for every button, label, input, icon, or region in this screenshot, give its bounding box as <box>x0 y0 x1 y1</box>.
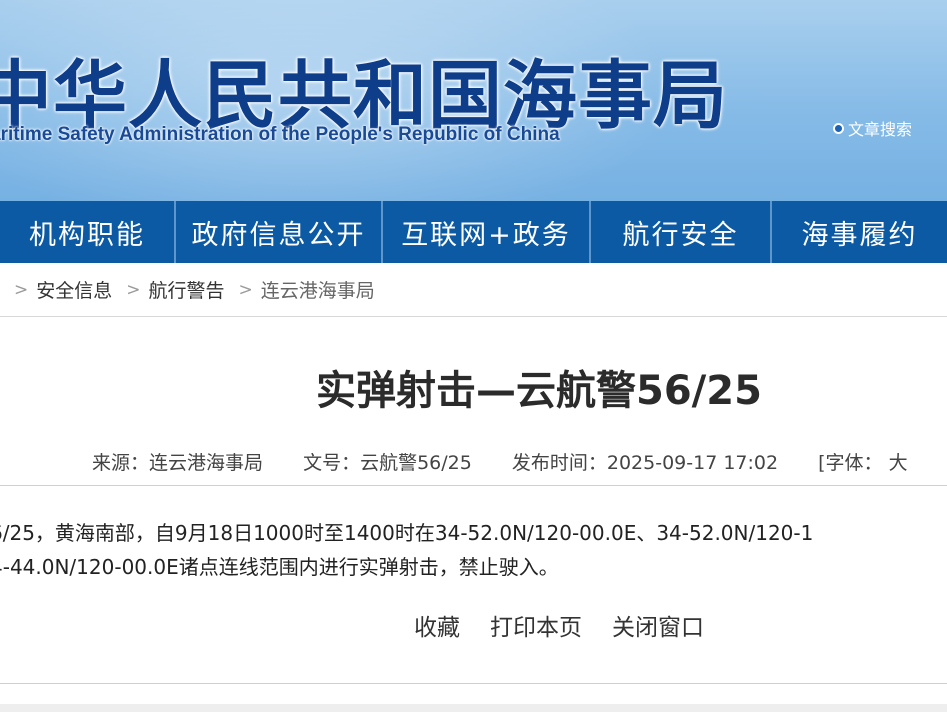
page-title: 实弹射击—云航警56/25 <box>316 368 762 414</box>
font-size-control[interactable]: [字体： 大 <box>818 452 907 474</box>
article-body-line: 6/25，黄海南部，自9月18日1000时至1400时在34-52.0N/120… <box>0 521 814 545</box>
close-window-button[interactable]: 关闭窗口 <box>612 608 704 642</box>
article-search-label: 文章搜索 <box>848 120 913 139</box>
favorite-button[interactable]: 收藏 <box>414 608 460 642</box>
nav-item-internet-gov[interactable]: 互联网+政务 <box>383 201 591 263</box>
site-subtitle: aritime Safety Administration of the Peo… <box>0 124 560 145</box>
nav-item-convention[interactable]: 海事履约 <box>772 201 947 263</box>
chevron-right-icon: > <box>126 279 141 300</box>
article-publish-time: 发布时间：2025-09-17 17:02 <box>511 452 779 474</box>
divider <box>0 485 947 486</box>
divider <box>0 683 947 684</box>
article-search-link[interactable]: 文章搜索 <box>833 116 912 140</box>
radio-circle-icon <box>833 122 844 134</box>
article-actions: 收藏 打印本页 关闭窗口 <box>414 608 704 642</box>
chevron-right-icon: > <box>238 279 253 300</box>
nav-item-navigation-safety[interactable]: 航行安全 <box>591 201 772 263</box>
site-banner: 中华人民共和国海事局 aritime Safety Administration… <box>0 0 947 201</box>
print-button[interactable]: 打印本页 <box>490 608 582 642</box>
nav-item-gov-info[interactable]: 政府信息公开 <box>176 201 383 263</box>
breadcrumb: > 安全信息 > 航行警告 > 连云港海事局 <box>0 263 947 317</box>
footer-strip <box>0 704 947 712</box>
breadcrumb-safety-info[interactable]: 安全信息 <box>36 276 112 303</box>
article-doc-number: 文号：云航警56/25 <box>303 452 472 474</box>
article-meta: 来源：连云港海事局 文号：云航警56/25 发布时间：2025-09-17 17… <box>92 448 942 475</box>
nav-item-functions[interactable]: 机构职能 <box>0 201 176 263</box>
article-body: 6/25，黄海南部，自9月18日1000时至1400时在34-52.0N/120… <box>0 516 947 584</box>
breadcrumb-lyg-msa[interactable]: 连云港海事局 <box>261 276 375 303</box>
chevron-right-icon: > <box>14 279 29 300</box>
article-body-line: 4-44.0N/120-00.0E诸点连线范围内进行实弹射击，禁止驶入。 <box>0 555 559 579</box>
article-source: 来源：连云港海事局 <box>92 452 264 474</box>
breadcrumb-nav-warning[interactable]: 航行警告 <box>149 276 225 303</box>
main-nav: 机构职能 政府信息公开 互联网+政务 航行安全 海事履约 <box>0 201 947 263</box>
